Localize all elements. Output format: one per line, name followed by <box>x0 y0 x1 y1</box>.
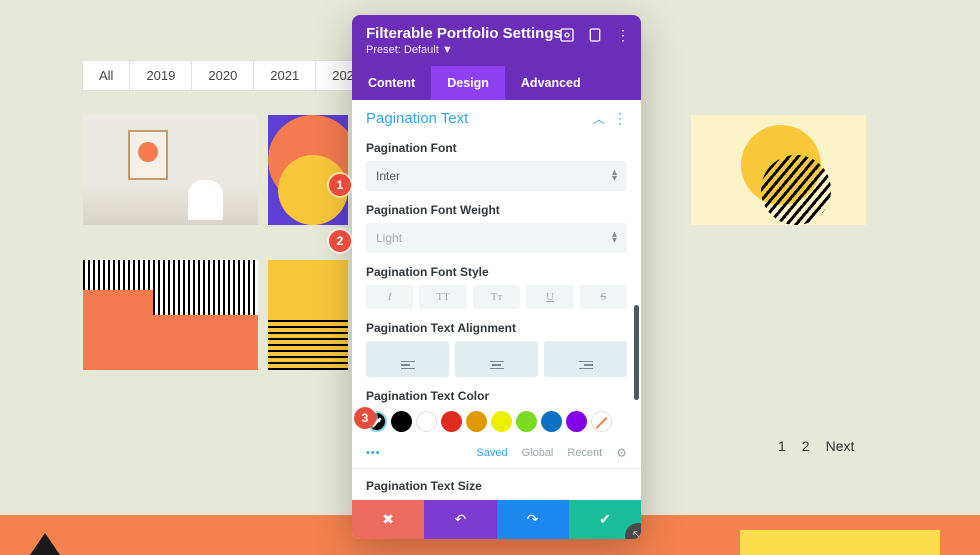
filter-all[interactable]: All <box>83 61 130 90</box>
section-menu-icon[interactable]: ⋮ <box>613 116 627 122</box>
pagination-next[interactable]: Next <box>826 438 855 454</box>
portfolio-thumb-4[interactable] <box>268 260 348 370</box>
kebab-menu-icon[interactable]: ⋮ <box>615 27 631 43</box>
filter-2021[interactable]: 2021 <box>254 61 316 90</box>
color-tab-global[interactable]: Global <box>522 447 554 459</box>
portfolio-filter-bar: All 2019 2020 2021 2022 <box>82 60 378 91</box>
modal-header: Filterable Portfolio Settings Preset: De… <box>352 15 641 66</box>
color-label: Pagination Text Color <box>366 389 627 403</box>
align-left-button[interactable] <box>366 341 449 377</box>
strikethrough-button[interactable]: S <box>580 285 627 309</box>
tab-advanced[interactable]: Advanced <box>505 66 597 100</box>
align-center-button[interactable] <box>455 341 538 377</box>
portfolio-thumb-3[interactable] <box>83 260 258 370</box>
undo-button[interactable]: ↶ <box>424 500 496 539</box>
font-select[interactable]: Inter ▴▾ <box>366 161 627 191</box>
modal-tabs: Content Design Advanced <box>352 66 641 100</box>
portfolio-thumb-1[interactable] <box>83 115 258 225</box>
settings-modal: Filterable Portfolio Settings Preset: De… <box>352 15 641 539</box>
redo-button[interactable]: ↷ <box>497 500 569 539</box>
cancel-button[interactable]: ✖ <box>352 500 424 539</box>
portfolio-thumb-2[interactable] <box>268 115 348 225</box>
collapse-icon[interactable]: ︿ <box>593 110 605 127</box>
modal-footer: ✖ ↶ ↷ ✔ <box>352 500 641 539</box>
scrollbar-thumb[interactable] <box>634 305 639 400</box>
focus-icon[interactable] <box>559 27 575 43</box>
section-header[interactable]: Pagination Text ︿ ⋮ <box>352 100 641 137</box>
swatch-red[interactable] <box>441 411 462 432</box>
align-label: Pagination Text Alignment <box>366 321 627 335</box>
swatch-green[interactable] <box>516 411 537 432</box>
swatch-black[interactable] <box>391 411 412 432</box>
select-arrows-icon: ▴▾ <box>612 232 617 244</box>
tab-design[interactable]: Design <box>431 66 505 100</box>
callout-1: 1 <box>329 174 351 196</box>
italic-button[interactable]: I <box>366 285 413 309</box>
weight-label: Pagination Font Weight <box>366 203 627 217</box>
swatch-purple[interactable] <box>566 411 587 432</box>
filter-2019[interactable]: 2019 <box>130 61 192 90</box>
font-label: Pagination Font <box>366 141 627 155</box>
callout-2: 2 <box>329 230 351 252</box>
style-label: Pagination Font Style <box>366 265 627 279</box>
modal-preset[interactable]: Preset: Default ▼ <box>366 44 627 56</box>
color-tab-recent[interactable]: Recent <box>567 447 602 459</box>
weight-select[interactable]: Light ▴▾ <box>366 223 627 253</box>
uppercase-button[interactable]: TT <box>419 285 466 309</box>
underline-button[interactable]: U <box>526 285 573 309</box>
color-settings-icon[interactable]: ⚙ <box>616 446 627 460</box>
callout-3: 3 <box>354 407 376 429</box>
pagination-nav: 1 2 Next <box>778 438 854 454</box>
pagination-page-1[interactable]: 1 <box>778 438 786 454</box>
tab-content[interactable]: Content <box>352 66 431 100</box>
footer-accent <box>740 530 940 555</box>
filter-2020[interactable]: 2020 <box>192 61 254 90</box>
color-tab-saved[interactable]: Saved <box>476 447 507 459</box>
section-title: Pagination Text <box>366 110 468 127</box>
smallcaps-button[interactable]: Tᴛ <box>473 285 520 309</box>
swatch-yellow[interactable] <box>491 411 512 432</box>
swatch-blue[interactable] <box>541 411 562 432</box>
select-arrows-icon: ▴▾ <box>612 170 617 182</box>
align-right-button[interactable] <box>544 341 627 377</box>
more-dots-icon[interactable]: ••• <box>366 447 381 459</box>
portfolio-thumb-5[interactable] <box>691 115 866 225</box>
pagination-page-2[interactable]: 2 <box>802 438 810 454</box>
size-label: Pagination Text Size <box>366 479 627 493</box>
swatch-white[interactable] <box>416 411 437 432</box>
modal-body: Pagination Text ︿ ⋮ Pagination Font Inte… <box>352 100 641 500</box>
swatch-amber[interactable] <box>466 411 487 432</box>
tablet-icon[interactable] <box>587 27 603 43</box>
swatch-none[interactable] <box>591 411 612 432</box>
